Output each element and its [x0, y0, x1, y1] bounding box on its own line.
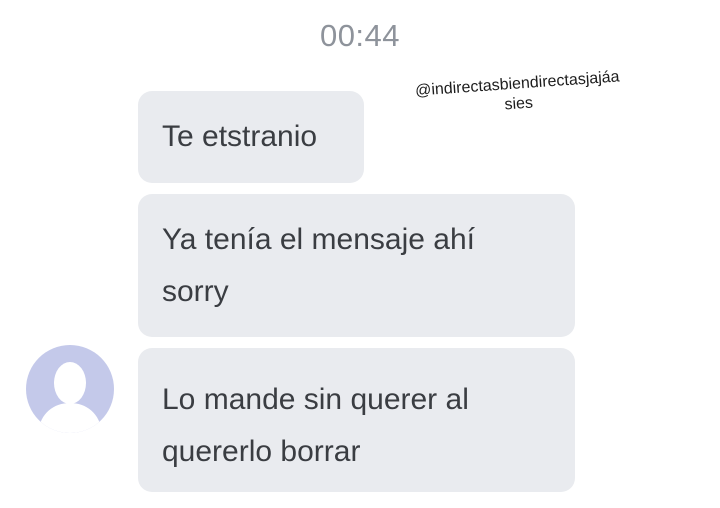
- message-bubble-1[interactable]: Te etstranio: [138, 91, 364, 183]
- message-text: Te etstranio: [162, 120, 318, 153]
- message-text-line-1: Ya tenía el mensaje ahí: [162, 223, 475, 256]
- message-text-line-2: sorry: [162, 275, 229, 308]
- message-text-line-1: Lo mande sin querer al: [162, 383, 469, 416]
- watermark-text: @indirectasbiendirectasjajáa sies: [382, 65, 654, 124]
- contact-avatar[interactable]: [26, 345, 114, 433]
- message-timestamp: 00:44: [319, 18, 401, 53]
- default-profile-silhouette-icon: [38, 362, 102, 433]
- message-text-line-2: quererlo borrar: [162, 435, 361, 468]
- message-bubble-2[interactable]: Ya tenía el mensaje ahí sorry: [138, 194, 575, 337]
- message-bubble-3[interactable]: Lo mande sin querer al quererlo borrar: [138, 348, 575, 492]
